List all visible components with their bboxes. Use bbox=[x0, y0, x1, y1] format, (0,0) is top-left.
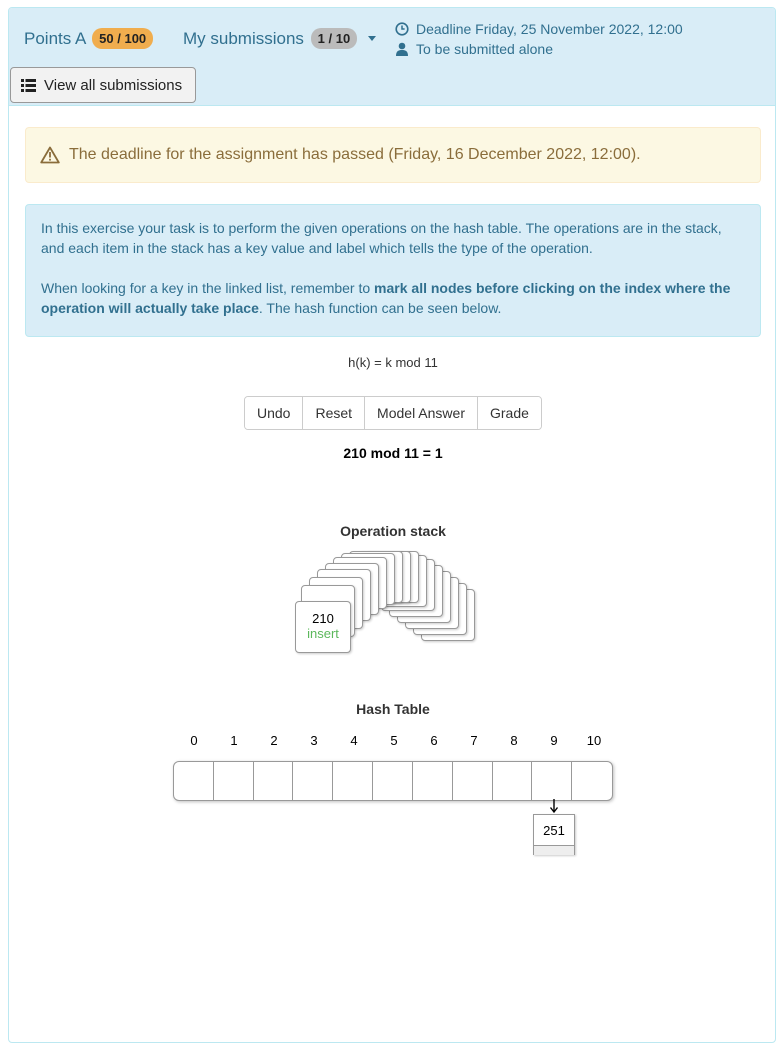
hash-table-slot[interactable] bbox=[293, 762, 334, 800]
hash-calculation: 210 mod 11 = 1 bbox=[343, 445, 443, 461]
hash-table-slot[interactable] bbox=[174, 762, 214, 800]
stack-top-key: 210 bbox=[312, 611, 334, 626]
points-label: Points A bbox=[24, 29, 86, 48]
hash-table bbox=[173, 761, 613, 801]
view-all-label: View all submissions bbox=[44, 76, 183, 94]
instructions-panel: In this exercise your task is to perform… bbox=[25, 204, 761, 337]
points-display: Points A 50 / 100 bbox=[24, 28, 154, 49]
deadline-passed-alert: The deadline for the assignment has pass… bbox=[25, 127, 761, 183]
hash-index-label: 4 bbox=[350, 733, 358, 748]
hash-table-slot[interactable] bbox=[532, 762, 573, 800]
hash-table-slot[interactable] bbox=[572, 762, 612, 800]
hash-index-label: 7 bbox=[470, 733, 478, 748]
hash-index-label: 1 bbox=[230, 733, 238, 748]
hash-table-title: Hash Table bbox=[356, 701, 430, 717]
hash-table-slot[interactable] bbox=[214, 762, 254, 800]
instructions-paragraph-2: When looking for a key in the linked lis… bbox=[41, 278, 745, 318]
hash-index-label: 3 bbox=[310, 733, 318, 748]
deadline-info: Deadline Friday, 25 November 2022, 12:00… bbox=[395, 19, 683, 59]
points-badge: 50 / 100 bbox=[92, 28, 154, 49]
undo-button[interactable]: Undo bbox=[245, 397, 304, 429]
hash-index-label: 10 bbox=[586, 733, 602, 748]
hash-index-label: 8 bbox=[510, 733, 518, 748]
grade-button[interactable]: Grade bbox=[477, 397, 541, 429]
instructions-text-pre: When looking for a key in the linked lis… bbox=[41, 280, 375, 296]
exercise-panel: Points A 50 / 100 My submissions 1 / 10 … bbox=[8, 7, 776, 1043]
hash-table-slot[interactable] bbox=[373, 762, 413, 800]
chain-node-value: 251 bbox=[534, 815, 574, 846]
action-button-group: Undo Reset Model Answer Grade bbox=[244, 396, 542, 430]
warning-icon bbox=[40, 146, 60, 164]
submissions-dropdown[interactable]: My submissions 1 / 10 bbox=[183, 28, 376, 49]
hash-index-label: 0 bbox=[190, 733, 198, 748]
hash-table-slot[interactable] bbox=[493, 762, 533, 800]
warning-text: The deadline for the assignment has pass… bbox=[69, 146, 641, 163]
submit-mode-text: To be submitted alone bbox=[416, 41, 553, 57]
hash-index-label: 9 bbox=[550, 733, 558, 748]
model-answer-button[interactable]: Model Answer bbox=[365, 397, 478, 429]
chain-node-pointer bbox=[534, 846, 574, 855]
hash-table-slot[interactable] bbox=[254, 762, 294, 800]
hash-table-slot[interactable] bbox=[333, 762, 374, 800]
hash-index-label: 2 bbox=[270, 733, 278, 748]
caret-down-icon bbox=[367, 36, 376, 41]
list-icon bbox=[21, 78, 36, 92]
hash-index-label: 5 bbox=[390, 733, 398, 748]
chain-arrow-icon bbox=[549, 799, 559, 814]
exercise-header: Points A 50 / 100 My submissions 1 / 10 … bbox=[9, 8, 775, 106]
hash-table-slot[interactable] bbox=[413, 762, 453, 800]
stack-top-card[interactable]: 210 insert bbox=[295, 601, 351, 653]
user-icon bbox=[396, 42, 408, 56]
hash-function: h(k) = k mod 11 bbox=[348, 355, 438, 370]
operation-stack-title: Operation stack bbox=[340, 523, 446, 539]
submissions-badge: 1 / 10 bbox=[310, 28, 358, 49]
stack-top-label: insert bbox=[307, 626, 339, 641]
hash-table-slot[interactable] bbox=[453, 762, 493, 800]
deadline-text: Deadline Friday, 25 November 2022, 12:00 bbox=[416, 21, 683, 37]
instructions-text-post: . The hash function can be seen below. bbox=[258, 300, 502, 316]
view-all-submissions-button[interactable]: View all submissions bbox=[10, 67, 196, 103]
instructions-paragraph-1: In this exercise your task is to perform… bbox=[41, 220, 722, 256]
reset-button[interactable]: Reset bbox=[303, 397, 366, 429]
chain-node[interactable]: 251 bbox=[533, 814, 575, 855]
submissions-label: My submissions bbox=[183, 29, 304, 48]
clock-icon bbox=[395, 22, 409, 36]
hash-index-label: 6 bbox=[430, 733, 438, 748]
